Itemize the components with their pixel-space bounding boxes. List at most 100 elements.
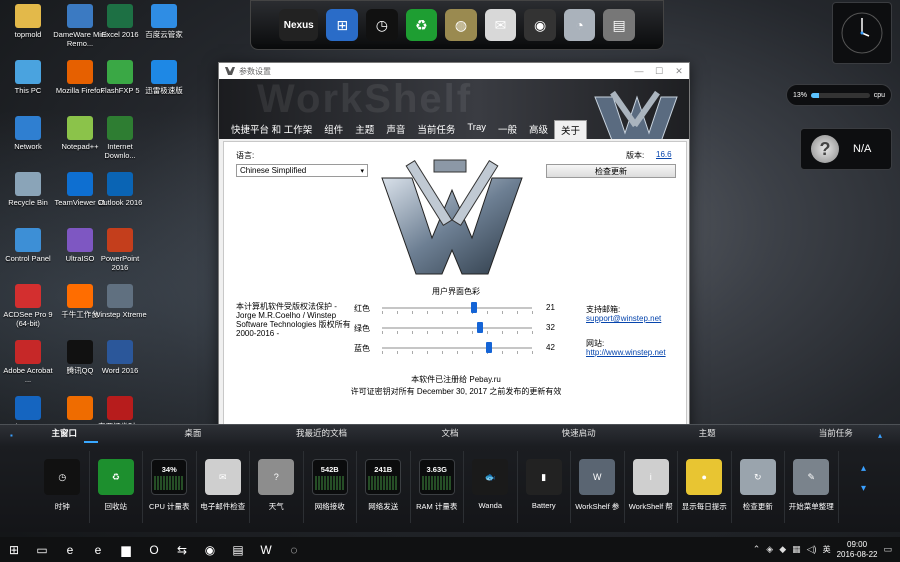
camera-icon[interactable]: ◉ [524, 9, 556, 41]
nexus-logo[interactable]: Nexus [279, 9, 319, 41]
dock-item[interactable]: 34% CPU 计量表 [143, 451, 197, 523]
clock-icon[interactable]: ◷ [366, 9, 398, 41]
tray-network-icon[interactable]: ▦ [792, 544, 801, 555]
outlook-taskbar-icon[interactable]: O [140, 537, 168, 562]
tab-0[interactable]: 快捷平台 和 工作架 [225, 120, 318, 139]
desktop-icon[interactable]: PowerPoint 2016 [92, 228, 148, 272]
slider-value-1: 32 [546, 323, 555, 332]
desktop-icon[interactable]: Word 2016 [92, 340, 148, 375]
tab-5[interactable]: Tray [461, 120, 492, 139]
taskbar-clock[interactable]: 09:00 2016-08-22 [837, 540, 878, 560]
slider-thumb[interactable] [471, 302, 478, 313]
dock-category-0[interactable]: 主窗口 [0, 427, 129, 441]
desktop-icon[interactable]: 迅雷极速版 [136, 60, 192, 95]
dameware-icon [67, 4, 93, 28]
scroll-up-icon[interactable]: ▴ [861, 459, 866, 479]
tab-8[interactable]: 关于 [554, 120, 588, 139]
desktop-icon[interactable]: ACDSee Pro 9 (64-bit) [0, 284, 56, 328]
task-view-icon[interactable]: ▭ [28, 537, 56, 562]
tray-shield-icon[interactable]: ◆ [779, 544, 786, 555]
clock-widget[interactable] [832, 2, 892, 64]
tab-3[interactable]: 声音 [380, 120, 411, 139]
tab-2[interactable]: 主题 [349, 120, 380, 139]
desktop-icon[interactable]: Recycle Bin [0, 172, 56, 207]
minimize-button[interactable]: — [629, 66, 649, 77]
start-button[interactable]: ⊞ [0, 537, 28, 562]
qq-taskbar-icon[interactable]: ◌ [280, 537, 308, 562]
windows-icon[interactable]: ⊞ [326, 9, 359, 41]
slider-thumb[interactable] [477, 322, 484, 333]
maximize-button[interactable]: ☐ [649, 66, 669, 77]
firefox-taskbar-icon[interactable]: ◉ [196, 537, 224, 562]
dock-item[interactable]: W WorkShelf 参 [571, 451, 625, 523]
desktop-icon-label: 百度云管家 [145, 30, 183, 39]
dialog-titlebar[interactable]: 参数设置 — ☐ ✕ [219, 63, 689, 79]
winstep-taskbar-icon[interactable]: W [252, 537, 280, 562]
dock-item[interactable]: ✉ 电子邮件检查 [197, 451, 250, 523]
dock-item[interactable]: ◷ 时钟 [36, 451, 90, 523]
language-select[interactable]: Chinese Simplified ▾ [236, 164, 368, 177]
dock-item[interactable]: ▮ Battery [518, 451, 571, 523]
dock-item[interactable]: ● 显示每日提示 [678, 451, 732, 523]
dock-category-1[interactable]: 桌面 [129, 427, 258, 441]
file-explorer-icon[interactable]: ▆ [112, 537, 140, 562]
edge-icon[interactable]: e [84, 537, 112, 562]
dock-category-3[interactable]: 文档 [386, 427, 515, 441]
tray-volume-icon[interactable]: ◁) [807, 544, 817, 555]
tab-4[interactable]: 当前任务 [411, 120, 461, 139]
slider-thumb[interactable] [485, 342, 492, 353]
dock-item[interactable]: ✎ 开始菜单整理 [785, 451, 839, 523]
dock-item[interactable]: i WorkShelf 帮 [625, 451, 678, 523]
notepad-icon[interactable]: ▤ [603, 9, 635, 41]
scroll-down-icon[interactable]: ▾ [861, 479, 866, 499]
desktop-icon[interactable]: Winstep Xtreme [92, 284, 148, 319]
dock-category-6[interactable]: 当前任务 [771, 427, 900, 441]
dock-item[interactable]: ? 天气 [250, 451, 304, 523]
color-slider-2[interactable] [382, 342, 533, 354]
desktop-icon[interactable]: 百度云管家 [136, 4, 192, 39]
dock-item[interactable]: 542B 网络接收 [304, 451, 357, 523]
cpu-widget[interactable]: 13% cpu [786, 84, 892, 106]
desktop-icon[interactable]: Network [0, 116, 56, 151]
desktop-icon[interactable]: topmold [0, 4, 56, 39]
desktop-icon[interactable]: Internet Downlo... [92, 116, 148, 160]
support-email-link[interactable]: support@winstep.net [586, 314, 661, 323]
dock-category-4[interactable]: 快速启动 [514, 427, 643, 441]
dock-item-label: Wanda [478, 501, 503, 510]
tab-6[interactable]: 一般 [492, 120, 523, 139]
tray-chevron-icon[interactable]: ⌃ [753, 544, 761, 555]
weather-widget[interactable]: ? N/A [800, 128, 892, 170]
tab-7[interactable]: 高级 [523, 120, 554, 139]
dock-category-5[interactable]: 主题 [643, 427, 772, 441]
notepad-taskbar-icon[interactable]: ▤ [224, 537, 252, 562]
color-slider-0[interactable] [382, 302, 533, 314]
website-link[interactable]: http://www.winstep.net [586, 348, 666, 357]
desktop-icon[interactable]: Adobe Acrobat ... [0, 340, 56, 384]
dock-item[interactable]: ♻ 回收站 [90, 451, 143, 523]
dock-item[interactable]: ↻ 检查更新 [732, 451, 785, 523]
desktop-icon[interactable]: This PC [0, 60, 56, 95]
teamviewer-taskbar-icon[interactable]: ⇆ [168, 537, 196, 562]
dock-item[interactable]: 🐟 Wanda [464, 451, 518, 523]
notifications-icon[interactable]: ▭ [883, 544, 892, 555]
taskbar-time: 09:00 [847, 539, 868, 549]
ie-icon[interactable]: e [56, 537, 84, 562]
mail-icon[interactable]: ✉ [484, 9, 517, 41]
close-button[interactable]: ✕ [669, 66, 689, 77]
color-slider-1[interactable] [382, 322, 533, 334]
slider-tick [442, 311, 443, 314]
tray-app-icon[interactable]: ◈ [766, 544, 773, 555]
recycle-icon[interactable]: ♻ [405, 9, 438, 41]
globe-icon[interactable]: ◍ [445, 9, 477, 41]
meter-value: 34% [161, 464, 177, 474]
check-update-button[interactable]: 检查更新 [546, 164, 676, 178]
gauge-icon[interactable]: ◔ [563, 9, 596, 41]
dock-item[interactable]: 3.63G RAM 计量表 [411, 451, 464, 523]
desktop-icon[interactable]: Outlook 2016 [92, 172, 148, 207]
dock-category-2[interactable]: 我最近的文档 [257, 427, 386, 441]
version-link[interactable]: 16.6 [656, 150, 672, 159]
tab-1[interactable]: 组件 [318, 120, 349, 139]
desktop-icon[interactable]: Control Panel [0, 228, 56, 263]
ime-indicator[interactable]: 英 [823, 544, 831, 555]
dock-item[interactable]: 241B 网络发送 [357, 451, 411, 523]
